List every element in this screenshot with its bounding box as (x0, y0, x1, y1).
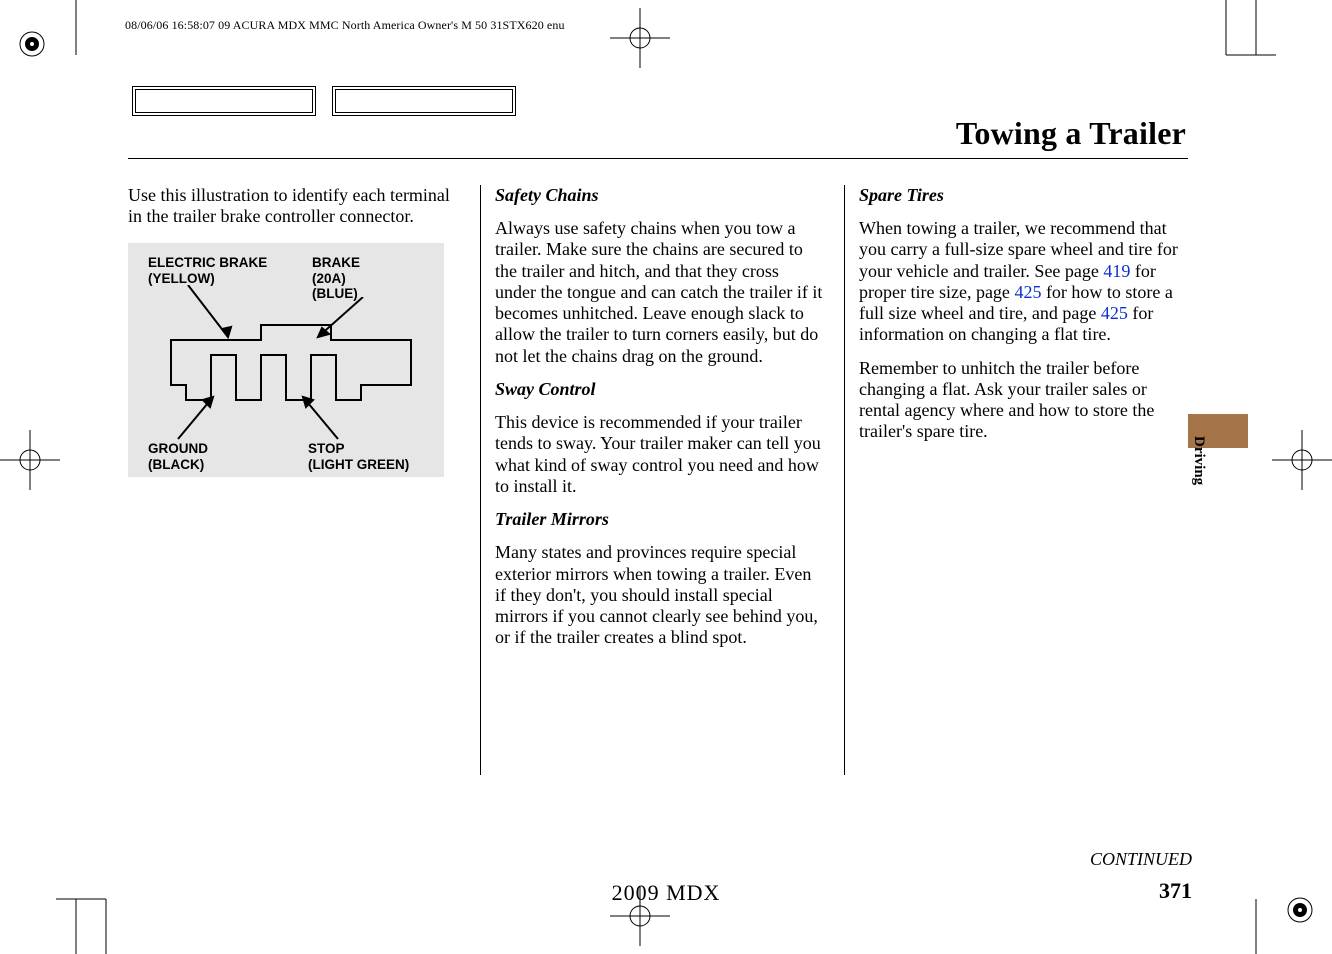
page: 08/06/06 16:58:07 09 ACURA MDX MMC North… (0, 0, 1332, 954)
sway-head: Sway Control (495, 379, 824, 400)
reg-mark-left (0, 430, 60, 490)
page-link-419[interactable]: 419 (1103, 261, 1130, 281)
crop-top-right-group (1196, 0, 1276, 70)
section-tab-label: Driving (1190, 436, 1207, 485)
page-link-425a[interactable]: 425 (1014, 282, 1041, 302)
crop-top-left (56, 0, 96, 70)
arrow-electric (183, 285, 238, 345)
lbl-brake-20a: BRAKE (20A) (BLUE) (312, 255, 360, 300)
mirrors-body: Many states and provinces require specia… (495, 542, 824, 648)
section-title: Towing a Trailer (128, 115, 1188, 152)
arrow-brake20a (308, 297, 368, 347)
lbl-ground: GROUND (BLACK) (148, 441, 208, 471)
spare-head: Spare Tires (859, 185, 1188, 206)
reg-mark-top (610, 8, 670, 68)
column-1: Use this illustration to identify each t… (128, 185, 460, 775)
reg-mark-right (1272, 430, 1332, 490)
header-box-2 (332, 86, 516, 116)
col1-intro: Use this illustration to identify each t… (128, 185, 460, 227)
columns: Use this illustration to identify each t… (128, 185, 1188, 775)
lbl-stop: STOP (LIGHT GREEN) (308, 441, 409, 471)
spare-p2: Remember to unhitch the trailer before c… (859, 358, 1188, 443)
column-2: Safety Chains Always use safety chains w… (480, 185, 824, 775)
spare-p1: When towing a trailer, we recommend that… (859, 218, 1188, 345)
continued-label: CONTINUED (1090, 849, 1192, 870)
registration-target-top-left (12, 24, 52, 64)
header-box-1 (132, 86, 316, 116)
title-rule (128, 158, 1188, 159)
footer-model: 2009 MDX (0, 880, 1332, 906)
mirrors-head: Trailer Mirrors (495, 509, 824, 530)
safety-chains-head: Safety Chains (495, 185, 824, 206)
connector-diagram: ELECTRIC BRAKE (YELLOW) BRAKE (20A) (BLU… (128, 243, 444, 477)
lbl-electric-brake: ELECTRIC BRAKE (YELLOW) (148, 255, 267, 285)
page-link-425b[interactable]: 425 (1101, 303, 1128, 323)
sway-body: This device is recommended if your trail… (495, 412, 824, 497)
arrow-stop (298, 391, 348, 443)
body: Towing a Trailer Use this illustration t… (128, 115, 1188, 855)
safety-chains-body: Always use safety chains when you tow a … (495, 218, 824, 367)
arrow-ground (173, 391, 223, 443)
header-meta: 08/06/06 16:58:07 09 ACURA MDX MMC North… (125, 18, 565, 33)
column-3: Spare Tires When towing a trailer, we re… (844, 185, 1188, 775)
